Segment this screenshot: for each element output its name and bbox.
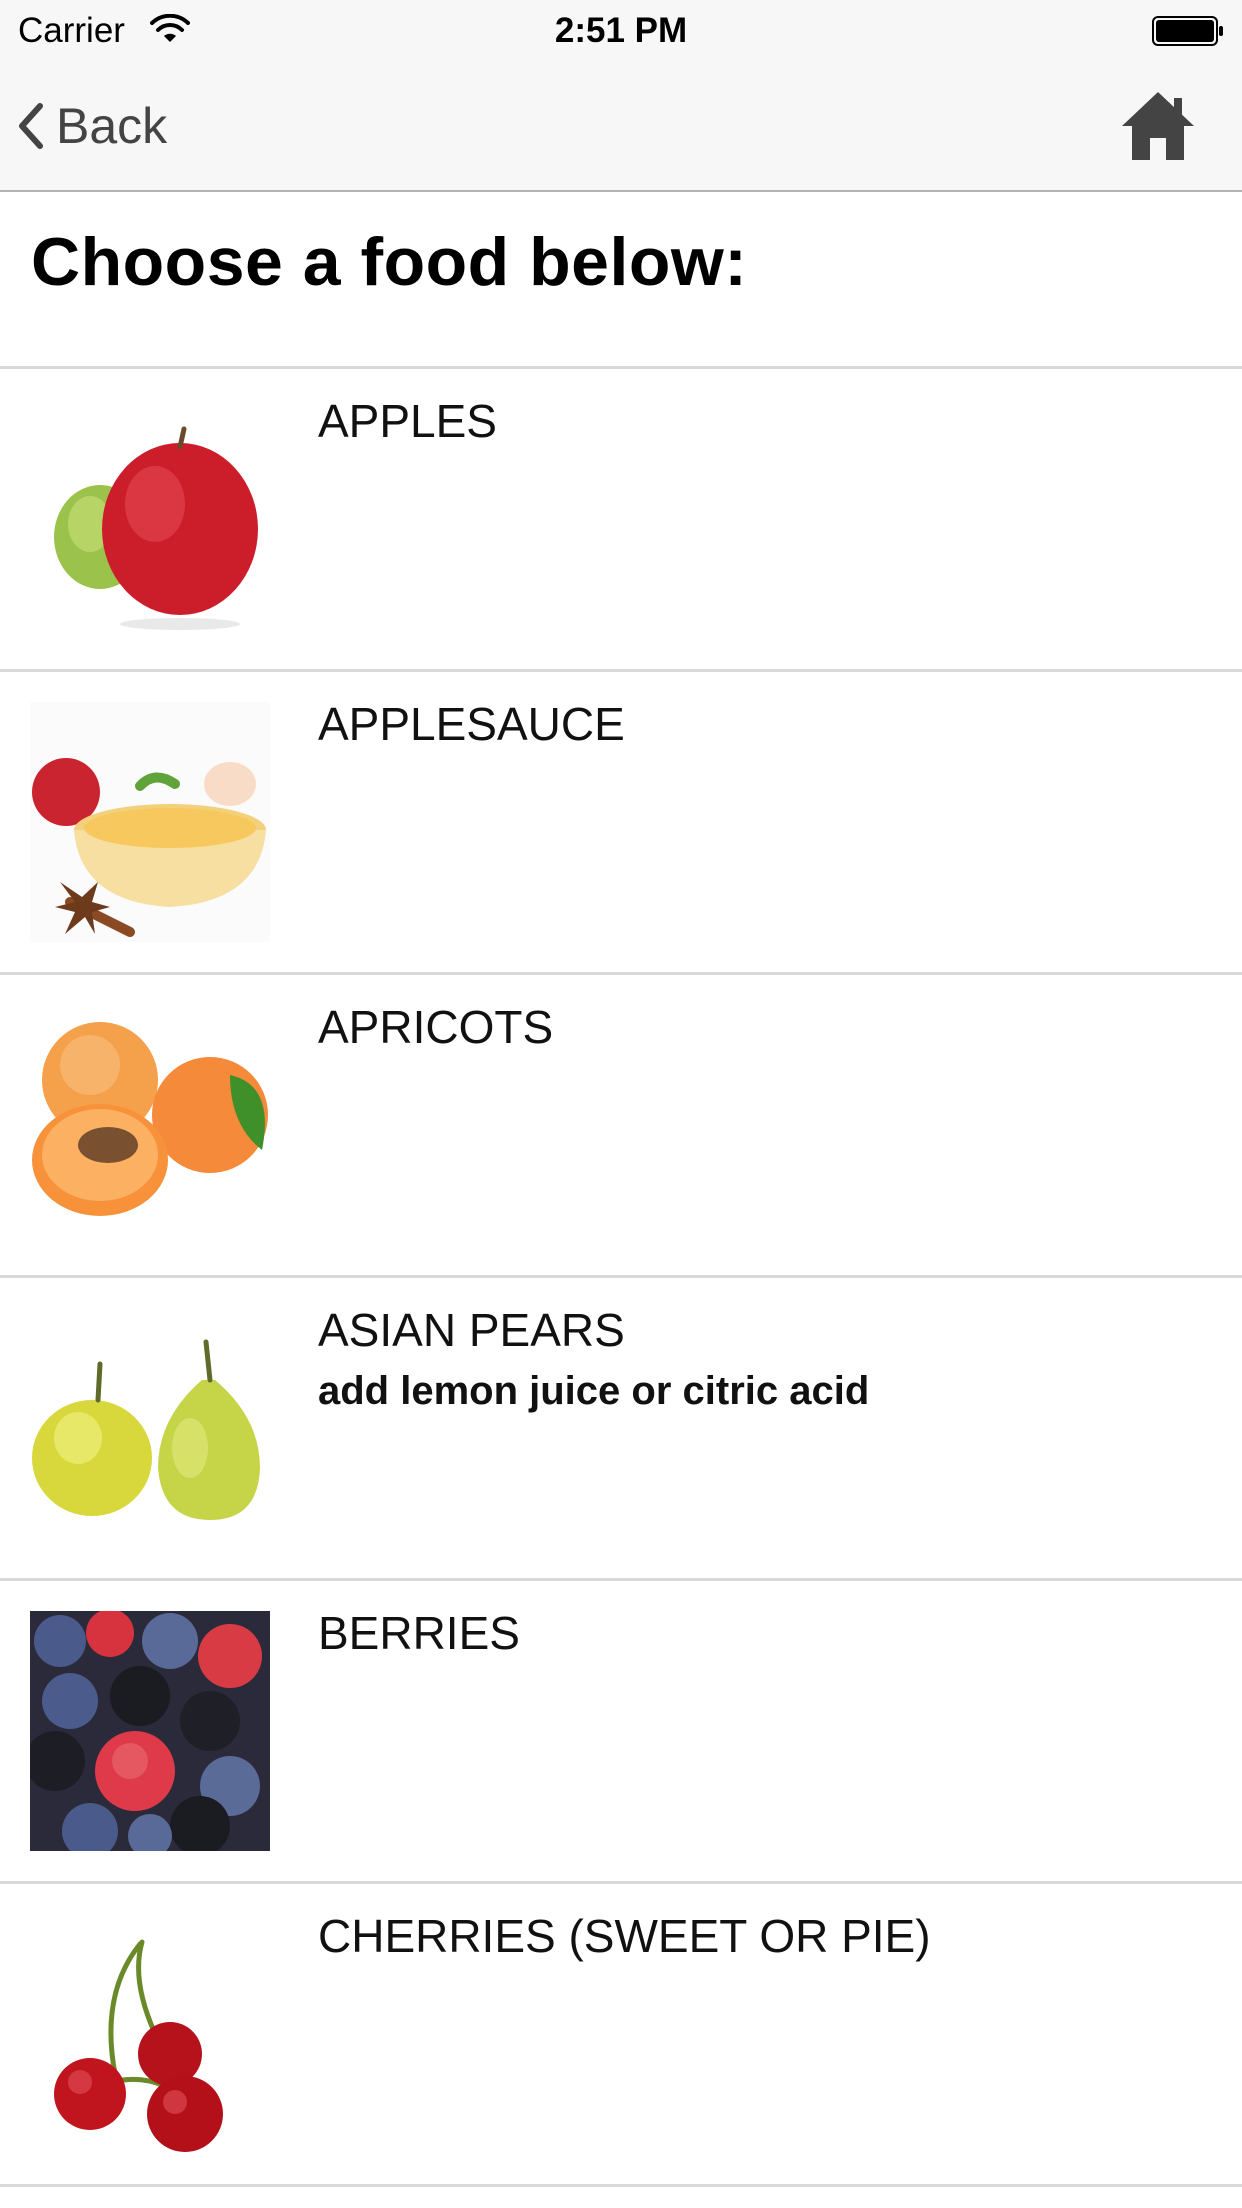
page-title: Choose a food below: [31,224,748,300]
list-item-asian-pears[interactable]: ASIAN PEARS add lemon juice or citric ac… [0,1278,1242,1581]
home-icon[interactable] [1118,86,1198,166]
food-note: add lemon juice or citric acid [318,1369,870,1413]
list-item-berries[interactable]: BERRIES [0,1581,1242,1884]
food-name: CHERRIES (SWEET OR PIE) [318,1910,931,1962]
cherries-image [30,1914,270,2154]
applesauce-image [30,702,270,942]
back-label: Back [56,98,168,154]
berries-image [30,1611,270,1851]
battery-icon [1152,16,1223,46]
food-name: BERRIES [318,1607,520,1659]
back-button[interactable]: Back [16,96,167,156]
status-bar: Carrier 2:51 PM [0,0,1242,62]
food-list: APPLES APPLESAUCE APRICOTS ASIAN PEARS a… [0,369,1242,2187]
list-item-apples[interactable]: APPLES [0,369,1242,672]
clock: 2:51 PM [554,11,688,50]
navigation-bar: Back [0,62,1242,192]
list-item-apricots[interactable]: APRICOTS [0,975,1242,1278]
page-header: Choose a food below: [0,192,1242,369]
list-item-cherries[interactable]: CHERRIES (SWEET OR PIE) [0,1884,1242,2187]
apples-image [30,399,270,639]
list-item-applesauce[interactable]: APPLESAUCE [0,672,1242,975]
food-name: APRICOTS [318,1001,554,1053]
chevron-left-icon [19,103,43,149]
asian-pears-image [30,1308,270,1548]
apricots-image [30,1005,270,1245]
food-name: APPLESAUCE [318,698,625,750]
food-name: ASIAN PEARS [318,1304,625,1356]
food-name: APPLES [318,395,497,447]
